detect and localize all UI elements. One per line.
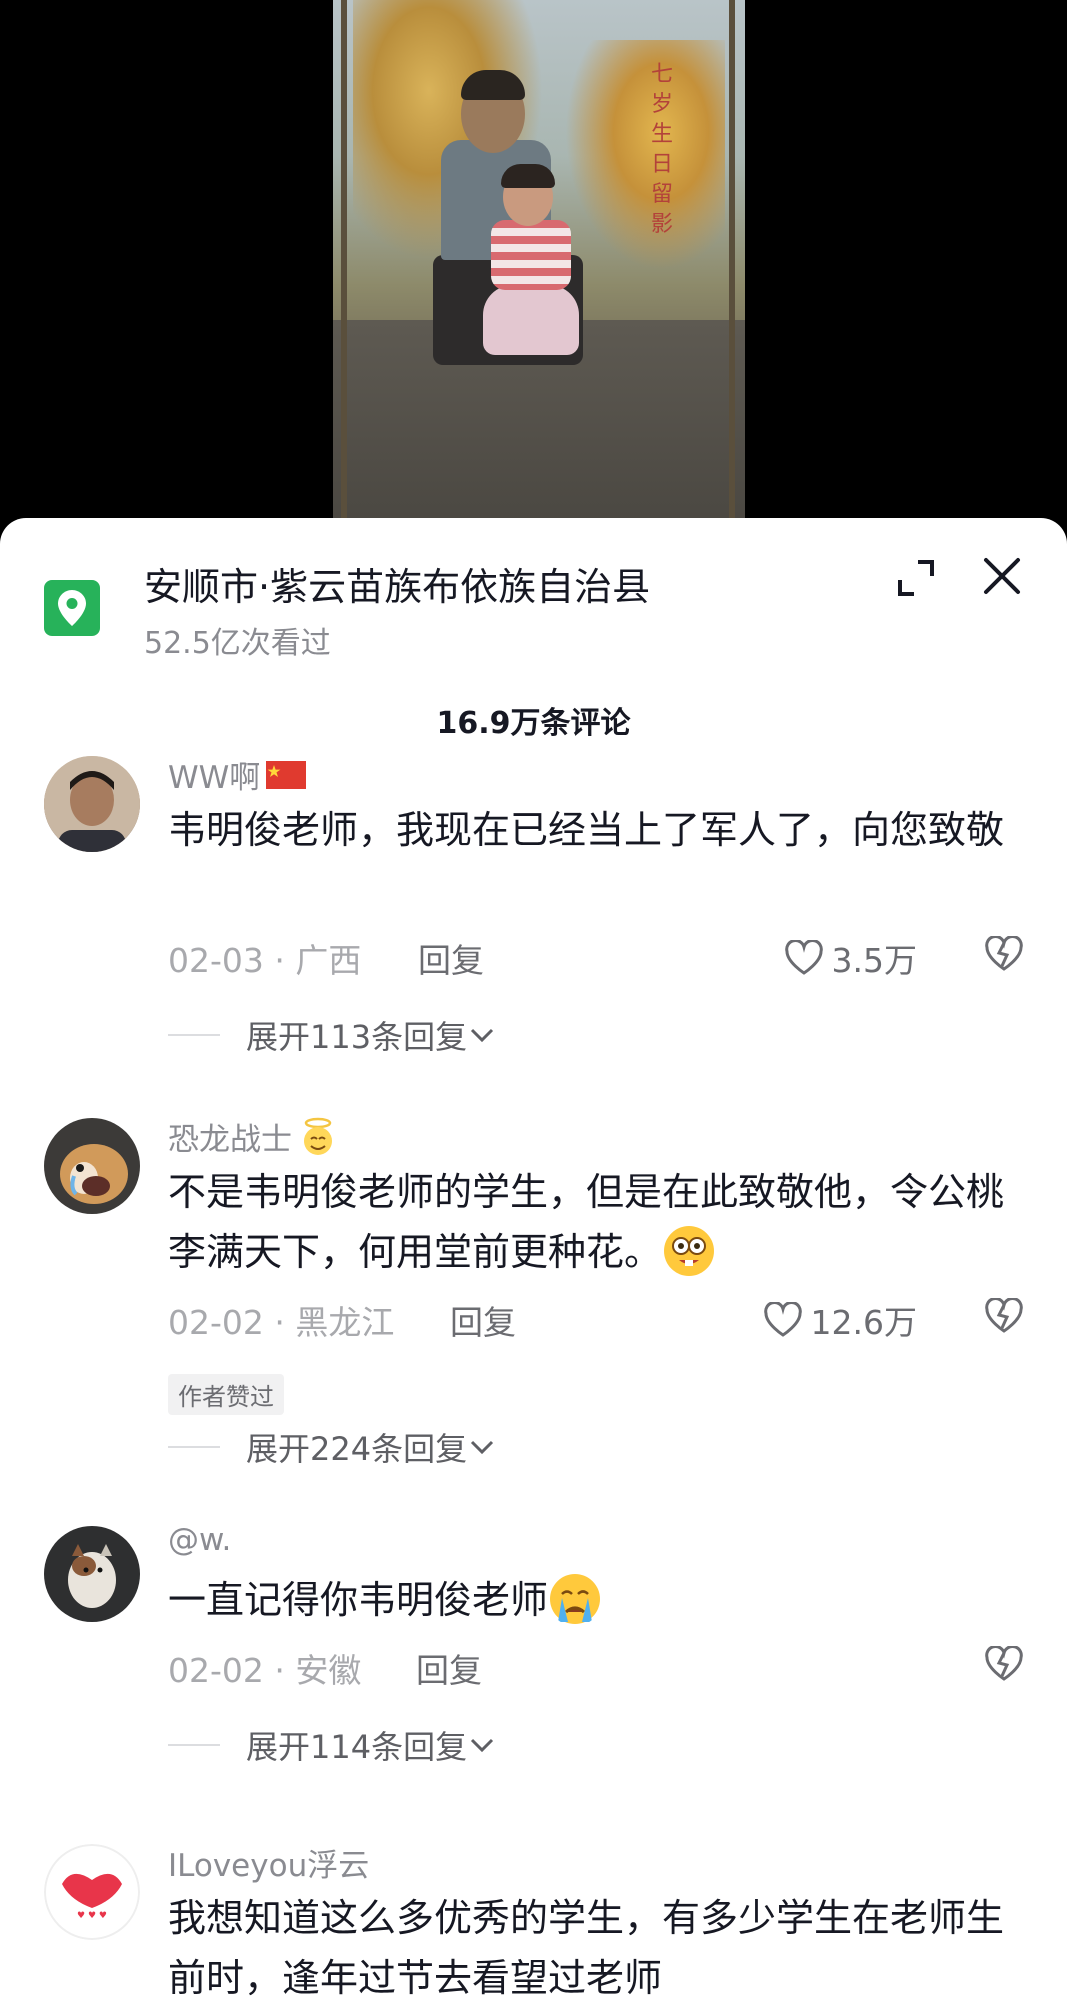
author-liked-badge: 作者赞过 — [168, 1374, 284, 1415]
heart-icon — [763, 1302, 802, 1337]
divider-line — [168, 1744, 220, 1746]
comment-date-region: 02-03 · 广西 — [168, 941, 362, 980]
comment-text: 我想知道这么多优秀的学生，有多少学生在老师生前时，逢年过节去看望过老师 — [168, 1896, 1005, 2000]
comment-date-region: 02-02 · 黑龙江 — [168, 1303, 395, 1342]
chevron-down-icon — [471, 1738, 494, 1753]
comment-username: WW啊 — [168, 752, 307, 797]
comment-text: 韦明俊老师，我现在已经当上了军人了，向您致敬 — [168, 808, 1005, 852]
expand-icon[interactable] — [896, 558, 936, 598]
expand-replies[interactable]: 展开224条回复 — [168, 1424, 497, 1470]
like-count: 12.6万 — [810, 1303, 917, 1342]
broken-heart-icon[interactable] — [984, 1296, 1024, 1338]
close-icon[interactable] — [982, 556, 1022, 596]
crying-emoji-icon — [550, 1573, 601, 1624]
svg-text:♥ ♥ ♥: ♥ ♥ ♥ — [77, 1911, 107, 1921]
broken-heart-icon[interactable] — [984, 1644, 1024, 1686]
comment-text: 不是韦明俊老师的学生，但是在此致敬他，令公桃李满天下，何用堂前更种花。 — [168, 1162, 1028, 1282]
comment-username: 恐龙战士 — [168, 1114, 338, 1159]
broken-heart-icon[interactable] — [984, 934, 1024, 976]
expand-replies[interactable]: 展开114条回复 — [168, 1722, 497, 1768]
chevron-down-icon — [471, 1028, 494, 1043]
like-button[interactable]: 3.5万 — [784, 934, 917, 982]
like-count: 3.5万 — [831, 941, 917, 980]
avatar[interactable] — [44, 1526, 140, 1622]
avatar[interactable] — [44, 756, 140, 852]
location-title[interactable]: 安顺市·紫云苗族布依族自治县 — [144, 556, 650, 611]
reply-button[interactable]: 回复 — [416, 1644, 482, 1692]
china-flag-icon — [266, 760, 307, 789]
divider-line — [168, 1034, 220, 1036]
reply-button[interactable]: 回复 — [418, 934, 484, 982]
comment-count: 16.9万条评论 — [436, 706, 631, 741]
comment-panel: 安顺市·紫云苗族布依族自治县 52.5亿次看过 16.9万条评论 WW啊 韦明俊… — [0, 518, 1067, 2003]
video-frame-photo: 七岁生日留影 — [333, 0, 745, 520]
comment-username: ILoveyou浮云 — [168, 1848, 370, 1884]
location-views: 52.5亿次看过 — [144, 626, 331, 661]
angel-emoji-icon — [304, 1117, 332, 1155]
avatar[interactable] — [44, 1118, 140, 1214]
reply-button[interactable]: 回复 — [450, 1296, 516, 1344]
heart-icon — [784, 940, 823, 975]
chevron-down-icon — [471, 1440, 494, 1455]
video-player[interactable]: 七岁生日留影 — [0, 0, 1067, 560]
comment-text: 一直记得你韦明俊老师 — [168, 1570, 1028, 1630]
photo-inscription: 七岁生日留影 — [651, 62, 674, 237]
comment-username: @w. — [168, 1522, 232, 1558]
silly-emoji-icon — [664, 1225, 715, 1276]
expand-replies[interactable]: 展开113条回复 — [168, 1012, 497, 1058]
like-button[interactable]: 12.6万 — [763, 1296, 917, 1344]
location-pin-icon[interactable] — [44, 580, 100, 636]
divider-line — [168, 1446, 220, 1448]
avatar[interactable]: ♥ ♥ ♥ — [44, 1844, 140, 1940]
comment-date-region: 02-02 · 安徽 — [168, 1651, 362, 1690]
